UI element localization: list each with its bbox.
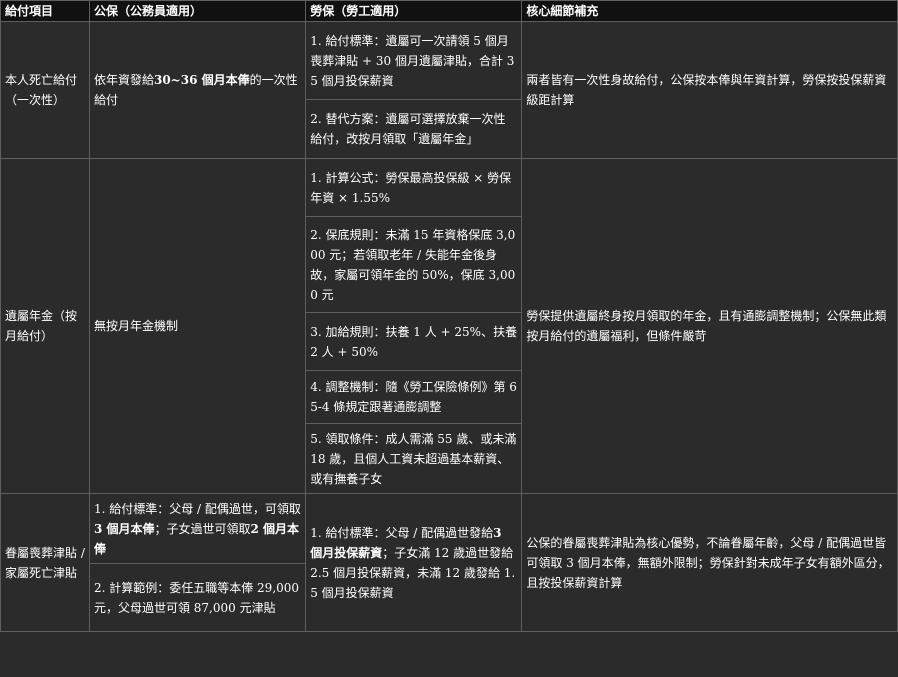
gov-funeral-item-2: 2. 計算範例：委任五職等本俸 29,000 元，父母過世可領 87,000 元…	[88, 563, 307, 632]
labor-funeral-text-a: 1. 給付標準：父母 / 配偶過世發給	[310, 525, 494, 540]
labor-death-item-1: 1. 給付標準：遺屬可一次請領 5 個月喪葬津貼 + 30 個月遺屬津貼，合計 …	[305, 21, 523, 100]
note-death-benefit: 兩者皆有一次性身故給付，公保按本俸與年資計算，勞保按投保薪資級距計算	[521, 21, 898, 159]
labor-pension-item-4: 4. 調整機制：隨《勞工保險條例》第 65-4 條規定跟著通膨調整	[305, 370, 523, 424]
header-row: 給付項目 公保（公務員適用） 勞保（勞工適用） 核心細節補充	[0, 0, 898, 22]
gov-funeral-text-c: ；子女過世可領取	[154, 521, 251, 536]
gov-funeral-item-1: 1. 給付標準：父母 / 配偶過世，可領取3 個月本俸；子女過世可領取2 個月本…	[88, 493, 307, 564]
gov-death-text-pre: 依年資發給	[93, 73, 154, 87]
header-item: 給付項目	[0, 0, 90, 22]
labor-pension-item-2: 2. 保底規則：未滿 15 年資格保底 3,000 元；若領取老年 / 失能年金…	[305, 216, 523, 313]
item-survivor-pension: 遺屬年金（按月給付）	[0, 158, 90, 494]
labor-funeral-benefit: 1. 給付標準：父母 / 配偶過世發給3 個月投保薪資；子女滿 12 歲過世發給…	[305, 493, 523, 632]
item-funeral-allowance: 眷屬喪葬津貼 / 家屬死亡津貼	[0, 493, 90, 632]
header-gov-insurance: 公保（公務員適用）	[88, 0, 307, 22]
note-survivor-pension: 勞保提供遺屬終身按月領取的年金，且有通膨調整機制；公保無此類按月給付的遺屬福利，…	[521, 158, 898, 494]
table-row: 本人死亡給付（一次性） 依年資發給30~36 個月本俸的一次性給付 1. 給付標…	[0, 21, 898, 159]
item-death-benefit: 本人死亡給付（一次性）	[0, 21, 90, 159]
benefits-comparison-table: 給付項目 公保（公務員適用） 勞保（勞工適用） 核心細節補充 本人死亡給付（一次…	[0, 0, 898, 632]
header-core-details: 核心細節補充	[521, 0, 898, 22]
labor-pension-item-1: 1. 計算公式：勞保最高投保級 × 勞保年資 × 1.55%	[305, 158, 523, 217]
table-row: 眷屬喪葬津貼 / 家屬死亡津貼 1. 給付標準：父母 / 配偶過世，可領取 3 個…	[0, 493, 898, 632]
gov-death-benefit: 依年資發給30~36 個月本俸的一次性給付	[88, 21, 307, 159]
gov-death-text-bold: 30~36 個月本俸	[153, 73, 250, 87]
labor-death-item-2: 2. 替代方案：遺屬可選擇放棄一次性給付，改按月領取「遺屬年金」	[305, 99, 523, 159]
labor-pension-item-3: 3. 加給規則：扶養 1 人 + 25%、扶養 2 人 + 50%	[305, 312, 523, 371]
labor-pension-item-5: 5. 領取條件：成人需滿 55 歲、或未滿 18 歲，且個人工資未超過基本薪資、…	[305, 423, 523, 494]
table-row: 遺屬年金（按月給付） 無按月年金機制 1. 計算公式：勞保最高投保級 × 勞保年…	[0, 158, 898, 494]
note-funeral-allowance: 公保的眷屬喪葬津貼為核心優勢，不論眷屬年齡，父母 / 配偶過世皆可領取 3 個月…	[521, 493, 898, 632]
header-labor-insurance: 勞保（勞工適用）	[305, 0, 523, 22]
gov-funeral-text-a: 1. 給付標準：父母 / 配偶過世，可領取	[93, 501, 301, 516]
gov-funeral-text-b: 3 個月本俸	[93, 521, 155, 536]
gov-survivor-pension: 無按月年金機制	[88, 158, 307, 494]
